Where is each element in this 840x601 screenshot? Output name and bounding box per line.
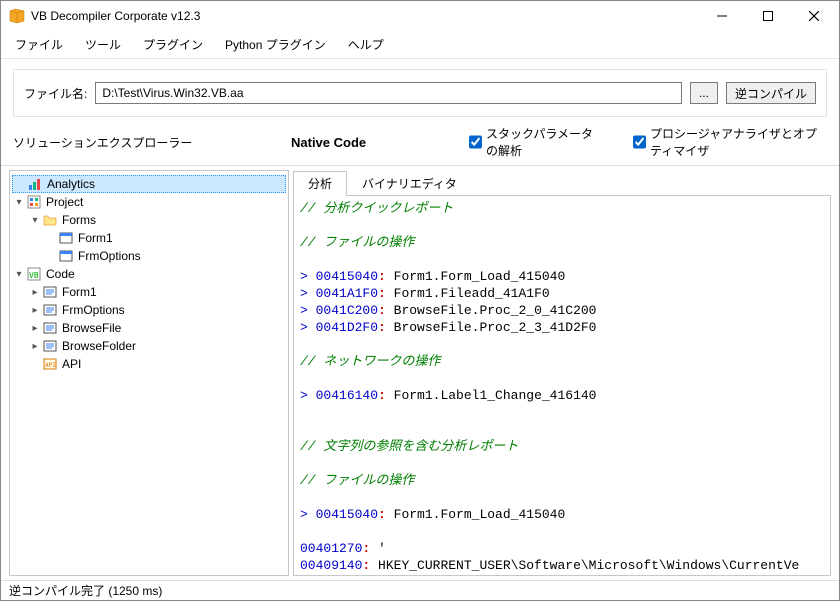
module-icon (42, 320, 58, 336)
native-code-label: Native Code (291, 135, 451, 150)
tree-label: Project (46, 195, 83, 209)
form-icon (58, 230, 74, 246)
tree-label: API (62, 357, 81, 371)
module-icon (42, 302, 58, 318)
tab-binary-editor[interactable]: バイナリエディタ (347, 171, 472, 196)
maximize-button[interactable] (745, 1, 791, 31)
status-bar: 逆コンパイル完了 (1250 ms) (1, 580, 839, 600)
chevron-right-icon[interactable]: ▸ (28, 287, 42, 298)
tree-node-frmoptions[interactable]: FrmOptions (12, 247, 286, 265)
menu-plugins[interactable]: プラグイン (133, 33, 213, 56)
menu-file[interactable]: ファイル (5, 33, 73, 56)
chevron-right-icon[interactable]: ▸ (28, 341, 42, 352)
tree-label: Code (46, 267, 75, 281)
right-pane: 分析 バイナリエディタ // 分析クイックレポート // ファイルの操作 > 0… (293, 170, 831, 576)
proc-analyzer-label: プロシージャアナライザとオプティマイザ (650, 125, 827, 159)
minimize-button[interactable] (699, 1, 745, 31)
menu-tools[interactable]: ツール (75, 33, 131, 56)
code-icon: VB (26, 266, 42, 282)
stack-params-label: スタックパラメータの解析 (486, 125, 597, 159)
solution-explorer-label: ソリューションエクスプローラー (13, 134, 273, 151)
tree-node-forms[interactable]: ▾ Forms (12, 211, 286, 229)
app-icon (9, 8, 25, 24)
api-icon: API (42, 356, 58, 372)
stack-params-checkbox[interactable]: スタックパラメータの解析 (469, 125, 597, 159)
file-open-panel: ファイル名: ... 逆コンパイル (13, 69, 827, 117)
editor-tabs: 分析 バイナリエディタ (293, 170, 831, 196)
tree-label: Form1 (62, 285, 97, 299)
tree-label: Forms (62, 213, 96, 227)
svg-text:VB: VB (29, 271, 39, 280)
menubar: ファイル ツール プラグイン Python プラグイン ヘルプ (1, 31, 839, 59)
sub-toolbar: ソリューションエクスプローラー Native Code スタックパラメータの解析… (1, 123, 839, 165)
chevron-right-icon[interactable]: ▸ (28, 305, 42, 316)
browse-button[interactable]: ... (690, 82, 718, 104)
svg-text:API: API (45, 362, 56, 369)
tree-label: Analytics (47, 177, 95, 191)
tree-node-code-form1[interactable]: ▸ Form1 (12, 283, 286, 301)
proc-analyzer-checkbox[interactable]: プロシージャアナライザとオプティマイザ (633, 125, 827, 159)
tab-analysis[interactable]: 分析 (293, 171, 347, 196)
tree-node-code[interactable]: ▾ VB Code (12, 265, 286, 283)
module-icon (42, 284, 58, 300)
menu-help[interactable]: ヘルプ (338, 33, 394, 56)
tree-node-analytics[interactable]: Analytics (12, 175, 286, 193)
status-text: 逆コンパイル完了 (1250 ms) (9, 582, 162, 599)
tree-label: BrowseFolder (62, 339, 136, 353)
chevron-down-icon[interactable]: ▾ (28, 215, 42, 226)
chevron-down-icon[interactable]: ▾ (12, 197, 26, 208)
menu-python-plugins[interactable]: Python プラグイン (215, 33, 336, 56)
module-icon (42, 338, 58, 354)
file-path-input[interactable] (95, 82, 682, 104)
tree-node-form1[interactable]: Form1 (12, 229, 286, 247)
form-icon (58, 248, 74, 264)
titlebar: VB Decompiler Corporate v12.3 (1, 1, 839, 31)
analysis-code-view[interactable]: // 分析クイックレポート // ファイルの操作 > 00415040: For… (293, 196, 831, 576)
app-window: VB Decompiler Corporate v12.3 ファイル ツール プ… (0, 0, 840, 601)
proc-analyzer-input[interactable] (633, 135, 646, 149)
tree-node-project[interactable]: ▾ Project (12, 193, 286, 211)
chevron-down-icon[interactable]: ▾ (12, 269, 26, 280)
chevron-right-icon[interactable]: ▸ (28, 323, 42, 334)
tree-node-api[interactable]: API API (12, 355, 286, 373)
tree-node-browsefile[interactable]: ▸ BrowseFile (12, 319, 286, 337)
file-name-label: ファイル名: (24, 85, 87, 102)
tree-node-code-frmoptions[interactable]: ▸ FrmOptions (12, 301, 286, 319)
folder-icon (42, 212, 58, 228)
tree-label: Form1 (78, 231, 113, 245)
analytics-icon (27, 176, 43, 192)
tree-label: FrmOptions (62, 303, 125, 317)
stack-params-input[interactable] (469, 135, 482, 149)
tree-node-browsefolder[interactable]: ▸ BrowseFolder (12, 337, 286, 355)
window-title: VB Decompiler Corporate v12.3 (31, 9, 699, 23)
main-split: Analytics ▾ Project ▾ Forms Form1 FrmOpt… (1, 165, 839, 580)
tree-label: FrmOptions (78, 249, 141, 263)
tree-label: BrowseFile (62, 321, 121, 335)
solution-explorer-tree[interactable]: Analytics ▾ Project ▾ Forms Form1 FrmOpt… (9, 170, 289, 576)
close-button[interactable] (791, 1, 837, 31)
project-icon (26, 194, 42, 210)
decompile-button[interactable]: 逆コンパイル (726, 82, 816, 104)
